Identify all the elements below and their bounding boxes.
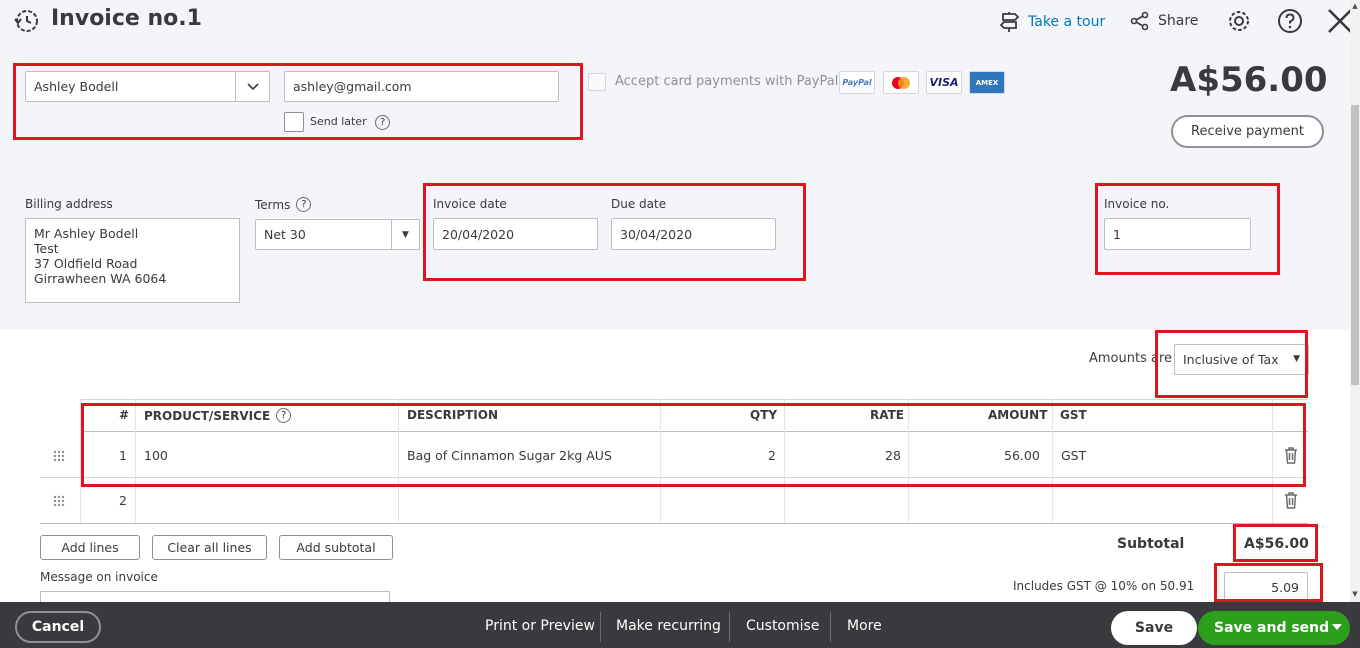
billing-address-field[interactable]: Mr Ashley Bodell Test 37 Oldfield Road G…	[25, 218, 240, 303]
annotation-box-invoice-no	[1095, 183, 1280, 275]
make-recurring-button[interactable]: Make recurring	[616, 618, 721, 634]
more-button[interactable]: More	[847, 618, 882, 634]
billing-address-label: Billing address	[25, 197, 113, 211]
billing-line: Girrawheen WA 6064	[34, 271, 167, 286]
row-number: 2	[119, 493, 127, 508]
page-title: Invoice no.1	[51, 6, 202, 31]
add-lines-button[interactable]: Add lines	[40, 535, 140, 560]
amex-logo-icon: AMEX	[969, 71, 1005, 94]
visa-logo-icon: VISA	[926, 71, 962, 94]
paypal-logo-icon: PayPal	[839, 71, 875, 94]
share-label: Share	[1158, 13, 1199, 29]
trash-icon[interactable]	[1284, 492, 1298, 509]
save-button[interactable]: Save	[1111, 611, 1197, 645]
drag-handle-icon[interactable]	[53, 450, 65, 462]
billing-line: Test	[34, 241, 59, 256]
drag-handle-icon[interactable]	[53, 495, 65, 507]
cancel-button[interactable]: Cancel	[15, 611, 101, 643]
caret-down-icon[interactable]	[1332, 624, 1342, 630]
balance-due-amount: A$56.00	[1170, 60, 1328, 100]
annotation-box-amounts	[1155, 330, 1308, 398]
footer-bar: Cancel Print or Preview Make recurring C…	[0, 602, 1360, 648]
footer-divider	[729, 612, 730, 642]
caret-down-icon[interactable]: ▼	[391, 220, 419, 249]
print-preview-button[interactable]: Print or Preview	[485, 618, 595, 634]
mastercard-logo-icon	[883, 71, 919, 94]
take-tour-link[interactable]: Take a tour	[1000, 11, 1105, 33]
take-tour-label: Take a tour	[1028, 14, 1106, 30]
paypal-checkbox[interactable]	[588, 73, 606, 91]
billing-line: Mr Ashley Bodell	[34, 226, 139, 241]
share-link[interactable]: Share	[1130, 11, 1198, 31]
footer-divider	[830, 612, 831, 642]
share-icon	[1130, 11, 1149, 31]
signpost-icon	[1000, 12, 1020, 32]
customise-button[interactable]: Customise	[746, 618, 819, 634]
annotation-box-line-items	[81, 403, 1306, 487]
annotation-box-gst	[1214, 563, 1323, 602]
annotation-box-customer	[13, 63, 583, 140]
terms-value: Net 30	[264, 227, 306, 242]
terms-label-text: Terms	[255, 197, 291, 212]
terms-label: Terms ?	[255, 197, 312, 212]
terms-select[interactable]: Net 30 ▼	[255, 219, 420, 250]
clear-all-lines-button[interactable]: Clear all lines	[152, 535, 267, 560]
receive-payment-button[interactable]: Receive payment	[1171, 115, 1324, 148]
scroll-up-icon[interactable]: ▲	[1350, 2, 1360, 10]
subtotal-label: Subtotal	[1117, 536, 1185, 552]
annotation-box-subtotal	[1233, 524, 1318, 562]
gear-icon[interactable]	[1226, 8, 1252, 34]
message-label: Message on invoice	[40, 570, 158, 584]
help-icon[interactable]	[1277, 8, 1303, 34]
scrollbar-thumb[interactable]	[1351, 105, 1359, 385]
help-icon[interactable]: ?	[296, 197, 312, 212]
billing-line: 37 Oldfield Road	[34, 256, 138, 271]
recent-history-icon[interactable]	[12, 8, 40, 34]
footer-divider	[600, 612, 601, 642]
gst-label: Includes GST @ 10% on 50.91	[1013, 579, 1195, 593]
add-subtotal-button[interactable]: Add subtotal	[279, 535, 393, 560]
annotation-box-dates	[423, 183, 806, 281]
save-and-send-button[interactable]: Save and send	[1198, 611, 1350, 645]
scroll-down-icon[interactable]: ▼	[1350, 590, 1360, 598]
paypal-label: Accept card payments with PayPal	[615, 74, 839, 89]
save-and-send-label: Save and send	[1214, 620, 1330, 636]
